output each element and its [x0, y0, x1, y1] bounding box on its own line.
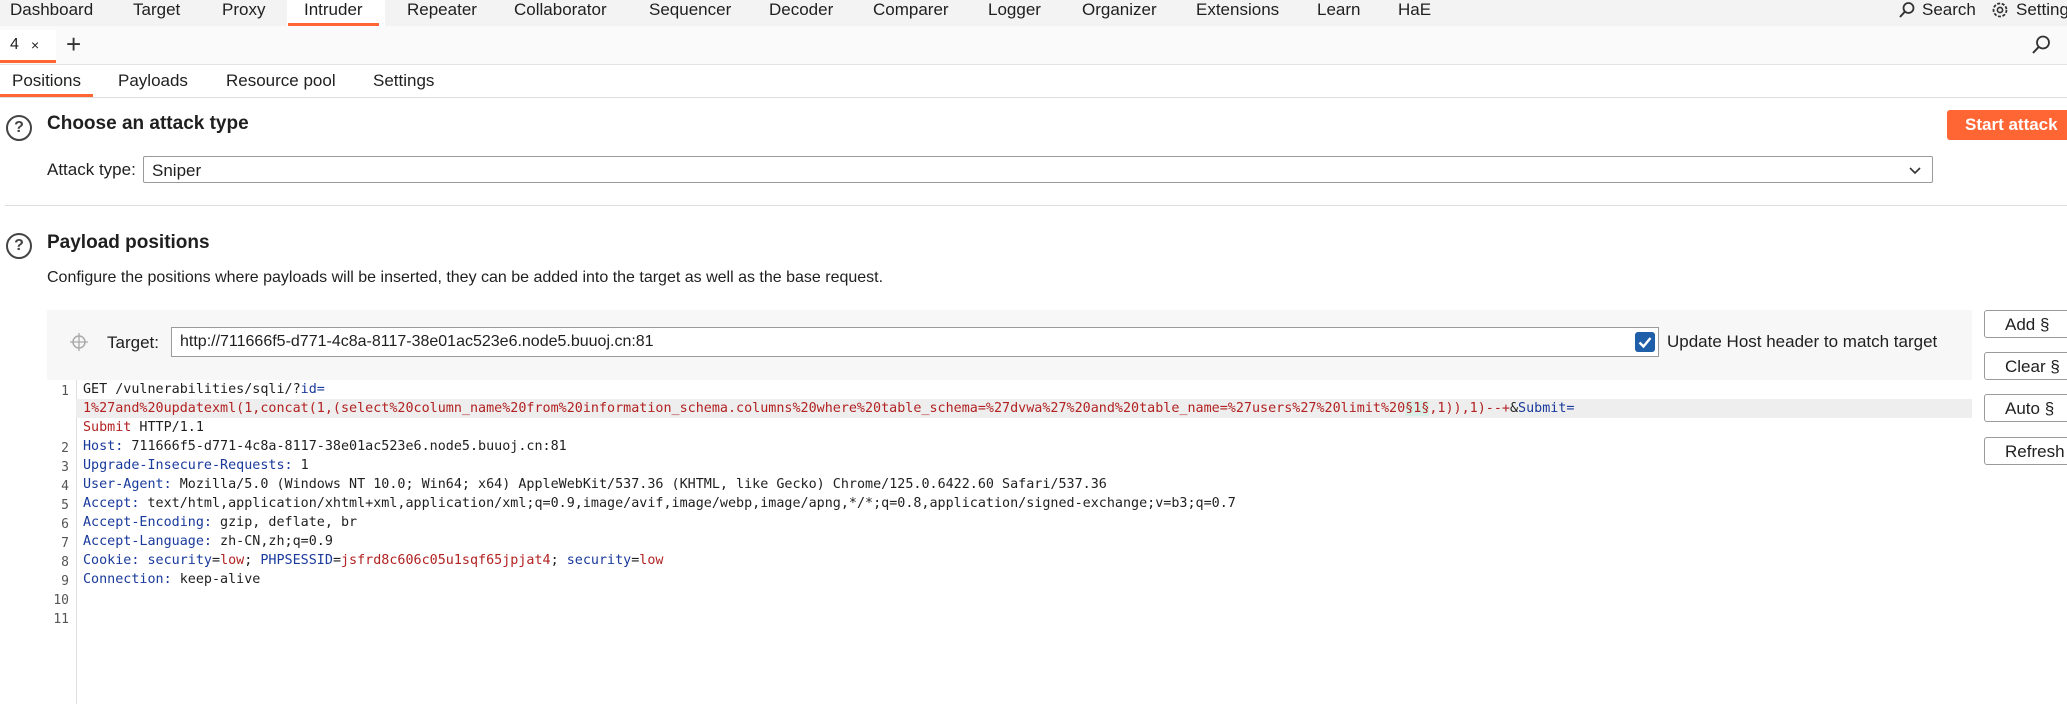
checkmark-icon	[1638, 337, 1652, 349]
payload-positions-panel: Target: http://711666f5-d771-4c8a-8117-3…	[47, 310, 1972, 704]
header-cookie: Cookie: security=low; PHPSESSID=jsfrd8c6…	[83, 553, 664, 568]
header-accept-encoding: Accept-Encoding: gzip, deflate, br	[83, 515, 358, 530]
tab-positions[interactable]: Positions	[0, 71, 93, 97]
header-connection: Connection: keep-alive	[83, 572, 261, 587]
header-user-agent: User-Agent: Mozilla/5.0 (Windows NT 10.0…	[83, 477, 1107, 492]
line-number: 10	[53, 593, 69, 608]
section-divider	[5, 205, 2067, 206]
start-attack-button[interactable]: Start attack	[1947, 110, 2067, 140]
update-host-checkbox[interactable]	[1635, 332, 1655, 352]
attack-type-value: Sniper	[152, 161, 202, 180]
tab-resource-pool[interactable]: Resource pool	[226, 71, 336, 91]
line-number: 2	[61, 441, 69, 456]
line-number: 1	[61, 384, 69, 399]
help-icon[interactable]: ?	[6, 233, 32, 259]
tab-hae[interactable]: HaE	[1398, 0, 1431, 20]
header-upgrade-insecure: Upgrade-Insecure-Requests: 1	[83, 458, 309, 473]
tab-extensions[interactable]: Extensions	[1196, 0, 1279, 20]
tab-settings[interactable]: Settings	[373, 71, 434, 91]
line-number: 5	[61, 498, 69, 513]
attack-type-select[interactable]: Sniper	[143, 156, 1933, 183]
search-icon	[1899, 2, 1915, 18]
search-icon[interactable]	[2030, 34, 2052, 56]
request-editor[interactable]: 1 2 3 4 5 6 7 8 9 10 11 GET /vulnerabili…	[47, 380, 1972, 704]
request-line-cont: Submit HTTP/1.1	[83, 420, 204, 435]
attack-type-title: Choose an attack type	[47, 113, 249, 134]
line-number: 6	[61, 517, 69, 532]
line-number: 4	[61, 479, 69, 494]
header-accept: Accept: text/html,application/xhtml+xml,…	[83, 496, 1236, 511]
crosshair-icon	[70, 333, 88, 351]
payload-positions-title: Payload positions	[47, 232, 210, 253]
tab-learn[interactable]: Learn	[1317, 0, 1360, 20]
tab-target[interactable]: Target	[133, 0, 180, 20]
tab-decoder[interactable]: Decoder	[769, 0, 833, 20]
header-host: Host: 711666f5-d771-4c8a-8117-38e01ac523…	[83, 439, 567, 454]
tab-sequencer[interactable]: Sequencer	[649, 0, 731, 20]
tab-proxy[interactable]: Proxy	[222, 0, 265, 20]
tab-dashboard[interactable]: Dashboard	[10, 0, 93, 20]
help-icon[interactable]: ?	[6, 115, 32, 141]
line-number: 9	[61, 574, 69, 589]
line-number: 11	[53, 612, 69, 627]
attack-type-label: Attack type:	[47, 160, 136, 179]
request-line: GET /vulnerabilities/sqli/?id=	[83, 382, 325, 397]
tab-payloads[interactable]: Payloads	[118, 71, 188, 91]
payload-positions-description: Configure the positions where payloads w…	[47, 269, 884, 286]
tab-repeater[interactable]: Repeater	[407, 0, 477, 20]
clear-markers-button[interactable]: Clear §	[1984, 352, 2067, 380]
attack-tab-4[interactable]: 4 ×	[0, 30, 56, 63]
attack-tab-row: 4 × +	[0, 26, 2067, 65]
target-label: Target:	[107, 333, 159, 352]
tab-logger[interactable]: Logger	[988, 0, 1041, 20]
request-line-cont: 1%27and%20updatexml(1,concat(1,(select%2…	[83, 401, 1575, 416]
tab-organizer[interactable]: Organizer	[1082, 0, 1157, 20]
update-host-label: Update Host header to match target	[1667, 332, 1938, 351]
settings-label: Settings	[2016, 0, 2067, 19]
attack-tab-label: 4	[10, 36, 19, 53]
payload-marker: §1§	[1405, 401, 1430, 416]
tab-comparer[interactable]: Comparer	[873, 0, 949, 20]
line-number: 7	[61, 536, 69, 551]
global-settings-button[interactable]: Settings	[1990, 0, 2067, 20]
chevron-down-icon	[1909, 167, 1921, 175]
add-marker-button[interactable]: Add §	[1984, 310, 2067, 338]
main-tab-bar: Dashboard Target Proxy Intruder Repeater…	[0, 0, 2067, 27]
intruder-sub-tabs: Positions Payloads Resource pool Setting…	[0, 65, 2067, 98]
tab-collaborator[interactable]: Collaborator	[514, 0, 607, 20]
refresh-button[interactable]: Refresh	[1984, 437, 2067, 465]
gear-icon	[1992, 2, 2008, 18]
target-url-input[interactable]: http://711666f5-d771-4c8a-8117-38e01ac52…	[171, 327, 1659, 357]
tab-intruder[interactable]: Intruder	[288, 0, 379, 26]
add-tab-button[interactable]: +	[66, 30, 81, 58]
header-accept-language: Accept-Language: zh-CN,zh;q=0.9	[83, 534, 333, 549]
line-number: 3	[61, 460, 69, 475]
search-label: Search	[1922, 0, 1976, 19]
line-number: 8	[61, 555, 69, 570]
global-search-button[interactable]: Search	[1898, 0, 1976, 20]
close-icon[interactable]: ×	[31, 30, 39, 60]
auto-markers-button[interactable]: Auto §	[1984, 394, 2067, 422]
